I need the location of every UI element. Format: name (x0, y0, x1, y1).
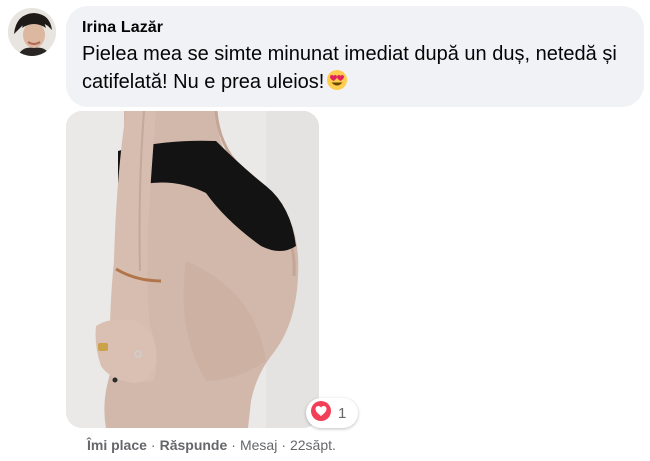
comment-bubble: Irina Lazăr Pielea mea se simte minunat … (66, 6, 644, 107)
timestamp[interactable]: 22săpt. (290, 437, 336, 453)
comment-actions: Îmi place · Răspunde · Mesaj · 22săpt. (87, 436, 336, 454)
comment-text: Pielea mea se simte minunat imediat după… (82, 43, 617, 93)
separator: · (281, 437, 286, 453)
like-button[interactable]: Îmi place (87, 437, 147, 453)
separator: · (231, 437, 236, 453)
heart-eyes-emoji-icon (326, 69, 348, 99)
comment-text-block: Pielea mea se simte minunat imediat după… (82, 40, 622, 99)
love-heart-icon (310, 400, 332, 427)
comment-photo[interactable] (66, 111, 319, 428)
reaction-count: 1 (338, 404, 347, 422)
reply-button[interactable]: Răspunde (160, 437, 228, 453)
author-name[interactable]: Irina Lazăr (82, 18, 628, 38)
author-avatar[interactable] (8, 8, 56, 56)
separator: · (150, 437, 156, 453)
reaction-summary[interactable]: 1 (306, 398, 359, 428)
message-link[interactable]: Mesaj (240, 437, 277, 453)
